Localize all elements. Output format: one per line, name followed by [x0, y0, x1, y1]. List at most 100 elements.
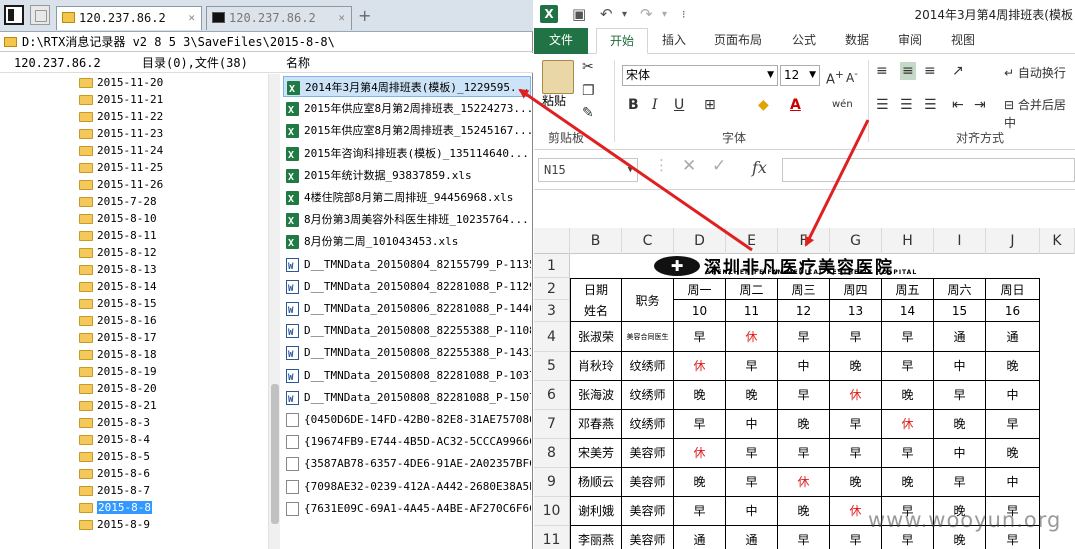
grow-font-icon[interactable]: A+: [826, 66, 844, 89]
paste-button[interactable]: 粘贴: [542, 92, 566, 109]
tree-scrollbar[interactable]: [268, 74, 280, 549]
tree-folder-item[interactable]: 2015-11-23: [78, 125, 163, 142]
row-header-1[interactable]: 1: [534, 254, 570, 278]
weekday-header-cell[interactable]: 周六: [934, 278, 986, 300]
font-size-select[interactable]: 12 ▼: [780, 65, 820, 86]
tab-session-active[interactable]: 120.237.86.2 ✕: [56, 6, 202, 30]
shift-cell[interactable]: 晚: [778, 497, 830, 526]
tree-folder-item[interactable]: 2015-11-26: [78, 176, 163, 193]
shift-cell[interactable]: 晚: [934, 410, 986, 439]
staff-name-cell[interactable]: 张淑荣: [570, 322, 622, 352]
shift-cell[interactable]: 晚: [882, 381, 934, 410]
shift-cell[interactable]: 晚: [986, 439, 1040, 468]
tree-folder-item[interactable]: 2015-8-7: [78, 482, 150, 499]
weekday-header-cell[interactable]: 周二: [726, 278, 778, 300]
shift-cell[interactable]: 早: [882, 439, 934, 468]
insert-function-icon[interactable]: fx: [752, 158, 767, 177]
paste-icon[interactable]: [542, 60, 574, 94]
tree-folder-item[interactable]: 2015-11-20: [78, 74, 163, 91]
row-header-2[interactable]: 2: [534, 278, 570, 300]
shift-cell[interactable]: 中: [726, 497, 778, 526]
tree-folder-item[interactable]: 2015-7-28: [78, 193, 157, 210]
day-number-cell[interactable]: 16: [986, 300, 1040, 322]
shift-cell[interactable]: 早: [934, 468, 986, 497]
copy-icon[interactable]: ❐: [582, 82, 595, 100]
file-list-item[interactable]: 8月份第二周_101043453.xls: [283, 231, 531, 252]
row-header-9[interactable]: 9: [534, 468, 570, 497]
staff-role-cell[interactable]: 纹绣师: [622, 410, 674, 439]
staff-name-cell[interactable]: 杨顺云: [570, 468, 622, 497]
file-list-item[interactable]: D__TMNData_20150806_82281088_P-1446...: [283, 298, 531, 319]
column-header-i[interactable]: I: [934, 228, 986, 254]
weekday-header-cell[interactable]: 周四: [830, 278, 882, 300]
day-number-cell[interactable]: 12: [778, 300, 830, 322]
row-header-6[interactable]: 6: [534, 381, 570, 410]
shift-cell[interactable]: 休: [726, 322, 778, 352]
weekday-header-cell[interactable]: 周日: [986, 278, 1040, 300]
shift-cell[interactable]: 通: [986, 322, 1040, 352]
file-list-item[interactable]: D__TMNData_20150808_82281088_P-1037...: [283, 365, 531, 386]
column-header-g[interactable]: G: [830, 228, 882, 254]
tab-data[interactable]: 数据: [845, 28, 869, 54]
staff-role-cell[interactable]: 纹绣师: [622, 352, 674, 381]
staff-name-cell[interactable]: 肖秋玲: [570, 352, 622, 381]
shift-cell[interactable]: 晚: [830, 468, 882, 497]
shift-cell[interactable]: 早: [674, 322, 726, 352]
staff-name-cell[interactable]: 谢利娥: [570, 497, 622, 526]
tree-folder-item[interactable]: 2015-8-4: [78, 431, 150, 448]
header-name-cell[interactable]: 姓名: [570, 300, 622, 322]
tree-folder-item[interactable]: 2015-8-9: [78, 516, 150, 533]
tree-folder-item[interactable]: 2015-8-8: [78, 499, 152, 516]
column-header-d[interactable]: D: [674, 228, 726, 254]
shift-cell[interactable]: 晚: [674, 468, 726, 497]
tree-folder-item[interactable]: 2015-8-18: [78, 346, 157, 363]
scrollbar-thumb[interactable]: [271, 384, 279, 524]
staff-role-cell[interactable]: 美容师: [622, 497, 674, 526]
tree-folder-item[interactable]: 2015-11-21: [78, 91, 163, 108]
column-header-e[interactable]: E: [726, 228, 778, 254]
align-center-icon[interactable]: ☰: [900, 96, 913, 114]
close-tab-icon[interactable]: ✕: [338, 7, 345, 29]
shift-cell[interactable]: 休: [674, 439, 726, 468]
font-name-select[interactable]: 宋体 ▼: [622, 65, 778, 86]
staff-name-cell[interactable]: 李丽燕: [570, 526, 622, 549]
tree-folder-item[interactable]: 2015-11-22: [78, 108, 163, 125]
shift-cell[interactable]: 中: [934, 439, 986, 468]
shift-cell[interactable]: 晚: [726, 381, 778, 410]
tab-home[interactable]: 开始: [596, 28, 648, 54]
day-number-cell[interactable]: 13: [830, 300, 882, 322]
shift-cell[interactable]: 休: [778, 468, 830, 497]
tab-formulas[interactable]: 公式: [792, 28, 816, 54]
tab-review[interactable]: 审阅: [898, 28, 922, 54]
underline-icon[interactable]: U: [674, 96, 684, 114]
select-all-corner[interactable]: [534, 228, 570, 254]
tree-folder-item[interactable]: 2015-8-11: [78, 227, 157, 244]
fill-color-icon[interactable]: ◆: [758, 96, 769, 114]
shift-cell[interactable]: 休: [830, 381, 882, 410]
shift-cell[interactable]: 休: [882, 410, 934, 439]
tab-file[interactable]: 文件: [534, 28, 588, 54]
shift-cell[interactable]: 早: [726, 439, 778, 468]
shift-cell[interactable]: 晚: [830, 352, 882, 381]
shift-cell[interactable]: 中: [986, 381, 1040, 410]
shift-cell[interactable]: 早: [726, 468, 778, 497]
staff-name-cell[interactable]: 张海波: [570, 381, 622, 410]
align-left-icon[interactable]: ☰: [876, 96, 889, 114]
column-header-f[interactable]: F: [778, 228, 830, 254]
file-list-item[interactable]: 2015年咨询科排班表(模板)_135114640...: [283, 143, 531, 164]
staff-role-cell[interactable]: 美容师: [622, 526, 674, 549]
orientation-icon[interactable]: ↗: [952, 62, 964, 80]
shift-cell[interactable]: 通: [726, 526, 778, 549]
column-header-h[interactable]: H: [882, 228, 934, 254]
tab-view[interactable]: 视图: [951, 28, 975, 54]
shift-cell[interactable]: 通: [934, 322, 986, 352]
shift-cell[interactable]: 早: [778, 381, 830, 410]
file-list-item[interactable]: {7098AE32-0239-412A-A442-2680E38A5E...: [283, 476, 531, 497]
shift-cell[interactable]: 中: [986, 468, 1040, 497]
tree-folder-item[interactable]: 2015-8-21: [78, 397, 157, 414]
row-header-8[interactable]: 8: [534, 439, 570, 468]
tree-folder-item[interactable]: 2015-8-16: [78, 312, 157, 329]
save-icon[interactable]: ▣: [572, 5, 586, 23]
staff-name-cell[interactable]: 宋美芳: [570, 439, 622, 468]
row-header-5[interactable]: 5: [534, 352, 570, 381]
